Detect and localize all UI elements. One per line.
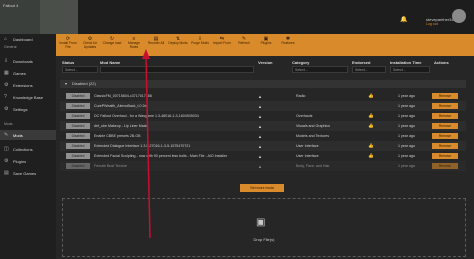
arrow-head: [142, 49, 150, 59]
arrow-shaft: [145, 54, 151, 239]
annotation-arrow: [142, 49, 151, 239]
